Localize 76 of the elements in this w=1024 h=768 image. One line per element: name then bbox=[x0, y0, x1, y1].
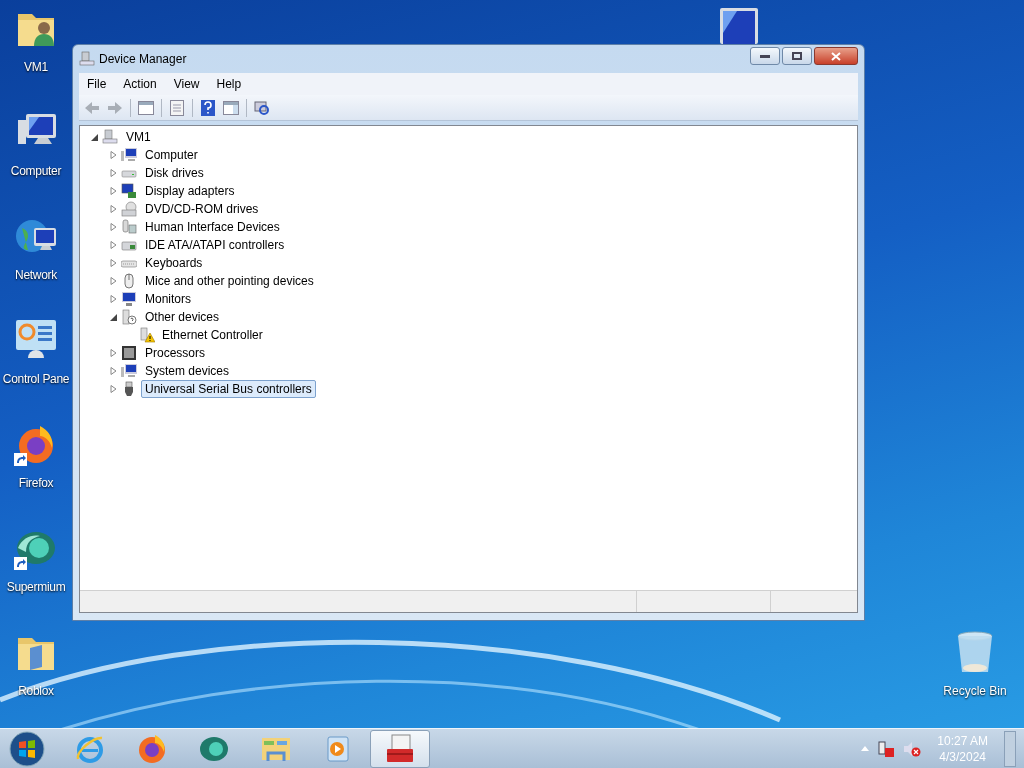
computer-icon bbox=[121, 363, 137, 379]
mouse-icon bbox=[121, 273, 137, 289]
close-icon bbox=[831, 51, 841, 61]
window-title: Device Manager bbox=[99, 51, 187, 68]
close-button[interactable] bbox=[814, 47, 858, 65]
desktop-icon-label[interactable]: Computer bbox=[10, 162, 62, 180]
tree-item[interactable]: Display adapters bbox=[141, 182, 239, 200]
panel-icon bbox=[138, 100, 154, 115]
network-error-icon[interactable] bbox=[877, 739, 896, 758]
expand-arrow-icon[interactable] bbox=[109, 259, 117, 267]
menu-item[interactable]: Action bbox=[115, 75, 165, 93]
desktop-icon-label[interactable]: Firefox bbox=[18, 474, 54, 492]
expand-arrow-icon[interactable] bbox=[109, 205, 117, 213]
dvd-drive-icon bbox=[121, 201, 137, 217]
maximize-icon bbox=[792, 52, 802, 60]
collapse-arrow-icon[interactable] bbox=[109, 313, 117, 321]
expand-arrow-icon[interactable] bbox=[109, 187, 117, 195]
expand-arrow-icon[interactable] bbox=[109, 151, 117, 159]
tree-item[interactable]: System devices bbox=[141, 362, 234, 380]
display-adapter-icon bbox=[121, 183, 137, 199]
help-icon bbox=[201, 99, 215, 116]
tree-item[interactable]: Disk drives bbox=[141, 164, 208, 182]
minimize-icon bbox=[760, 54, 770, 58]
menu-item[interactable]: View bbox=[165, 75, 208, 93]
minimize-button[interactable] bbox=[750, 47, 780, 65]
tree-item[interactable]: DVD/CD-ROM drives bbox=[141, 200, 263, 218]
menu-item[interactable]: Help bbox=[208, 75, 250, 93]
unknown-device-icon bbox=[121, 309, 137, 325]
warning-device-icon bbox=[139, 327, 155, 343]
expand-arrow-icon[interactable] bbox=[109, 277, 117, 285]
computer-icon bbox=[102, 129, 118, 145]
tree-item[interactable]: Monitors bbox=[141, 290, 195, 308]
tree-item[interactable]: Human Interface Devices bbox=[141, 218, 284, 236]
windows-orb-icon bbox=[9, 730, 45, 767]
expand-arrow-icon[interactable] bbox=[109, 169, 117, 177]
desktop-icon-label[interactable]: Control Pane bbox=[2, 370, 70, 388]
scan-monitor-icon bbox=[254, 99, 270, 116]
tree-item[interactable]: VM1 bbox=[122, 128, 155, 146]
clock-time: 10:27 AM bbox=[937, 732, 988, 749]
tree-item[interactable]: IDE ATA/ATAPI controllers bbox=[141, 236, 289, 254]
show-hidden-icons-icon[interactable] bbox=[861, 746, 870, 751]
desktop-icon-label[interactable]: VM1 bbox=[24, 58, 48, 76]
tree-item[interactable]: Processors bbox=[141, 344, 210, 362]
menu-item[interactable]: File bbox=[79, 75, 115, 93]
input-device-icon bbox=[121, 219, 137, 235]
toolbox-icon bbox=[384, 732, 416, 765]
panel-icon bbox=[223, 100, 239, 115]
show-desktop-button[interactable] bbox=[1004, 730, 1016, 767]
expand-arrow-icon[interactable] bbox=[109, 241, 117, 249]
tree-item[interactable]: Ethernet Controller bbox=[158, 326, 267, 344]
expand-arrow-icon[interactable] bbox=[109, 367, 117, 375]
monitor-icon bbox=[121, 291, 137, 307]
back-arrow-icon bbox=[84, 100, 100, 115]
device-manager-icon bbox=[79, 51, 95, 67]
properties-button[interactable] bbox=[167, 97, 187, 118]
help-button[interactable] bbox=[198, 97, 218, 118]
expand-arrow-icon[interactable] bbox=[109, 385, 117, 393]
expand-arrow-icon[interactable] bbox=[109, 349, 117, 357]
taskbar-button[interactable] bbox=[370, 729, 430, 768]
expand-arrow-icon[interactable] bbox=[109, 295, 117, 303]
desktop-icon-label[interactable]: Supermium bbox=[6, 578, 66, 596]
clock-date: 4/3/2024 bbox=[939, 748, 986, 765]
tree-item[interactable]: Universal Serial Bus controllers bbox=[141, 380, 316, 398]
firefox-icon bbox=[136, 732, 168, 765]
tree-item[interactable]: Mice and other pointing devices bbox=[141, 272, 318, 290]
maximize-button[interactable] bbox=[782, 47, 812, 65]
desktop-icon-label[interactable]: Network bbox=[15, 266, 57, 284]
computer-icon bbox=[121, 147, 137, 163]
tree-item[interactable]: Keyboards bbox=[141, 254, 207, 272]
document-icon bbox=[170, 99, 184, 116]
expand-arrow-icon[interactable] bbox=[109, 223, 117, 231]
forward-arrow-icon bbox=[107, 100, 123, 115]
tree-item[interactable]: Computer bbox=[141, 146, 202, 164]
processor-icon bbox=[121, 345, 137, 361]
tree-item[interactable]: Other devices bbox=[141, 308, 224, 326]
collapse-arrow-icon[interactable] bbox=[90, 133, 98, 141]
